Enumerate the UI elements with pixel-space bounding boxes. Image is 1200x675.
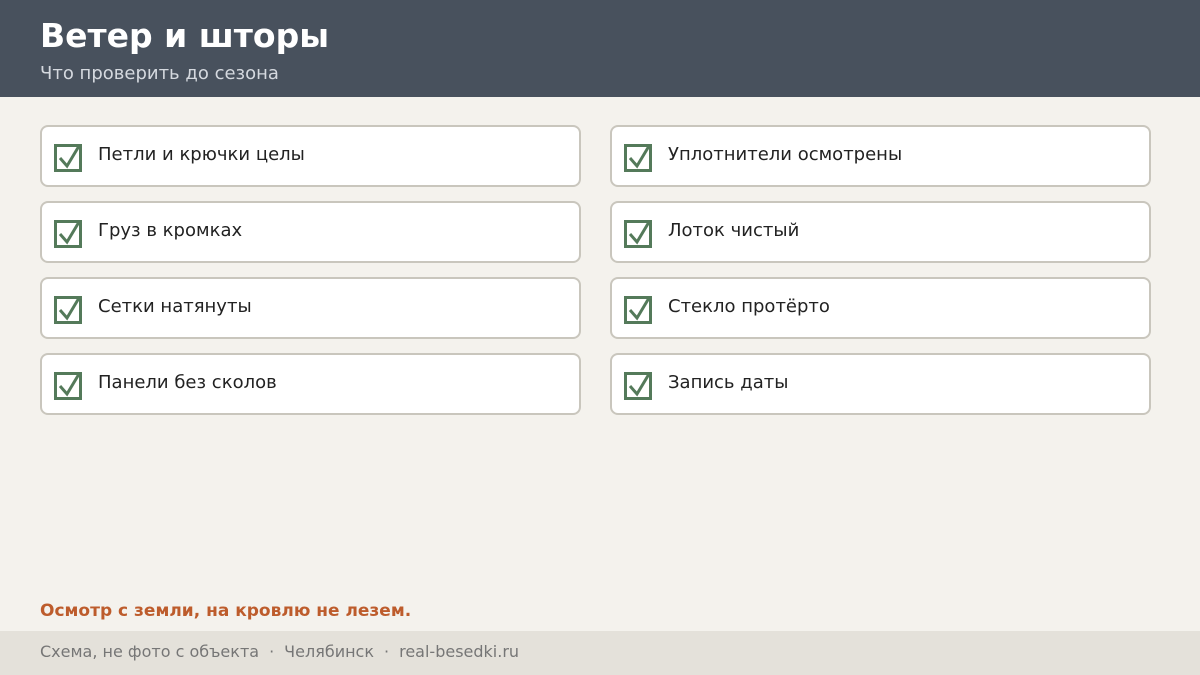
checkbox-checked-icon[interactable] (624, 296, 652, 324)
footer-separator: · (269, 642, 275, 661)
checklist-item-label: Стекло протёрто (668, 296, 830, 317)
footer-line: Схема, не фото с объекта · Челябинск · real-… (40, 641, 519, 663)
checklist-item-label: Сетки натянуты (98, 296, 252, 317)
checklist-item-label: Лоток чистый (668, 220, 800, 241)
safety-note: Осмотр с земли, на кровлю не лезем. (40, 601, 412, 621)
checklist-item[interactable]: Груз в кромках (40, 201, 581, 263)
checklist-item-label: Груз в кромках (98, 220, 243, 241)
header: Ветер и шторы Что проверить до сезона (0, 0, 1200, 97)
checkbox-checked-icon[interactable] (624, 220, 652, 248)
checklist-item-label: Запись даты (668, 372, 789, 393)
footer-disclaimer: Схема, не фото с объекта (40, 642, 260, 661)
checkbox-checked-icon[interactable] (54, 144, 82, 172)
checklist-item-label: Панели без сколов (98, 372, 277, 393)
checkbox-checked-icon[interactable] (54, 220, 82, 248)
footer-city: Челябинск (284, 642, 375, 661)
checklist-item[interactable]: Уплотнители осмотрены (610, 125, 1151, 187)
checklist-item[interactable]: Сетки натянуты (40, 277, 581, 339)
checklist-item-label: Петли и крючки целы (98, 144, 305, 165)
checklist-item[interactable]: Петли и крючки целы (40, 125, 581, 187)
checkbox-checked-icon[interactable] (54, 372, 82, 400)
checklist-item-label: Уплотнители осмотрены (668, 144, 903, 165)
checklist-item[interactable]: Запись даты (610, 353, 1151, 415)
checklist-item[interactable]: Панели без сколов (40, 353, 581, 415)
footer: Схема, не фото с объекта · Челябинск · real-… (0, 631, 1200, 675)
checklist-item[interactable]: Стекло протёрто (610, 277, 1151, 339)
page-subtitle: Что проверить до сезона (40, 63, 279, 84)
page-title: Ветер и шторы (40, 16, 330, 55)
checklist-item[interactable]: Лоток чистый (610, 201, 1151, 263)
footer-website-link[interactable]: real-besedki.ru (399, 642, 519, 661)
checkbox-checked-icon[interactable] (624, 144, 652, 172)
checkbox-checked-icon[interactable] (54, 296, 82, 324)
checkbox-checked-icon[interactable] (624, 372, 652, 400)
footer-separator: · (384, 642, 390, 661)
